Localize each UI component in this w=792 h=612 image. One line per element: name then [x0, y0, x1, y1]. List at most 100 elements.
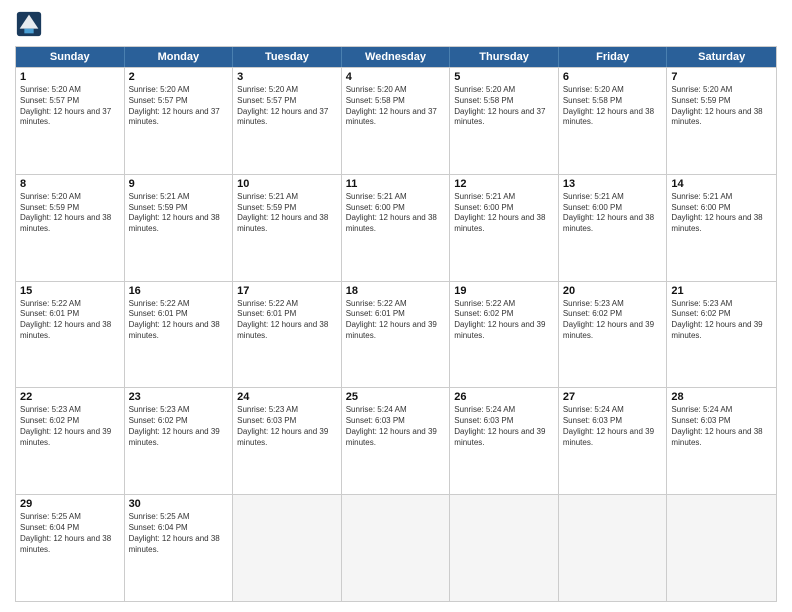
cell-info: Sunrise: 5:21 AMSunset: 6:00 PMDaylight:…: [671, 192, 772, 235]
day-number: 11: [346, 178, 446, 190]
cell-info: Sunrise: 5:20 AMSunset: 5:58 PMDaylight:…: [454, 85, 554, 128]
cell-info: Sunrise: 5:23 AMSunset: 6:02 PMDaylight:…: [563, 299, 663, 342]
calendar-cell: 6 Sunrise: 5:20 AMSunset: 5:58 PMDayligh…: [559, 68, 668, 174]
cell-info: Sunrise: 5:20 AMSunset: 5:59 PMDaylight:…: [20, 192, 120, 235]
cell-info: Sunrise: 5:20 AMSunset: 5:58 PMDaylight:…: [346, 85, 446, 128]
day-number: 2: [129, 71, 229, 83]
day-number: 7: [671, 71, 772, 83]
cell-info: Sunrise: 5:22 AMSunset: 6:01 PMDaylight:…: [20, 299, 120, 342]
day-number: 5: [454, 71, 554, 83]
weekday-header: Thursday: [450, 47, 559, 67]
calendar-cell: 14 Sunrise: 5:21 AMSunset: 6:00 PMDaylig…: [667, 175, 776, 281]
calendar-cell: [667, 495, 776, 601]
day-number: 14: [671, 178, 772, 190]
calendar-cell: 29 Sunrise: 5:25 AMSunset: 6:04 PMDaylig…: [16, 495, 125, 601]
cell-info: Sunrise: 5:23 AMSunset: 6:02 PMDaylight:…: [671, 299, 772, 342]
calendar-body: 1 Sunrise: 5:20 AMSunset: 5:57 PMDayligh…: [16, 67, 776, 601]
weekday-header: Sunday: [16, 47, 125, 67]
cell-info: Sunrise: 5:24 AMSunset: 6:03 PMDaylight:…: [671, 405, 772, 448]
day-number: 3: [237, 71, 337, 83]
calendar-cell: 7 Sunrise: 5:20 AMSunset: 5:59 PMDayligh…: [667, 68, 776, 174]
calendar-cell: [450, 495, 559, 601]
calendar-cell: 26 Sunrise: 5:24 AMSunset: 6:03 PMDaylig…: [450, 388, 559, 494]
day-number: 25: [346, 391, 446, 403]
day-number: 10: [237, 178, 337, 190]
calendar-cell: 11 Sunrise: 5:21 AMSunset: 6:00 PMDaylig…: [342, 175, 451, 281]
day-number: 24: [237, 391, 337, 403]
calendar-cell: 15 Sunrise: 5:22 AMSunset: 6:01 PMDaylig…: [16, 282, 125, 388]
calendar-cell: 1 Sunrise: 5:20 AMSunset: 5:57 PMDayligh…: [16, 68, 125, 174]
day-number: 16: [129, 285, 229, 297]
day-number: 1: [20, 71, 120, 83]
calendar-row: 22 Sunrise: 5:23 AMSunset: 6:02 PMDaylig…: [16, 387, 776, 494]
calendar: SundayMondayTuesdayWednesdayThursdayFrid…: [15, 46, 777, 602]
calendar-cell: 12 Sunrise: 5:21 AMSunset: 6:00 PMDaylig…: [450, 175, 559, 281]
calendar-cell: 23 Sunrise: 5:23 AMSunset: 6:02 PMDaylig…: [125, 388, 234, 494]
cell-info: Sunrise: 5:22 AMSunset: 6:01 PMDaylight:…: [237, 299, 337, 342]
calendar-cell: 28 Sunrise: 5:24 AMSunset: 6:03 PMDaylig…: [667, 388, 776, 494]
day-number: 30: [129, 498, 229, 510]
calendar-cell: 17 Sunrise: 5:22 AMSunset: 6:01 PMDaylig…: [233, 282, 342, 388]
calendar-cell: [233, 495, 342, 601]
cell-info: Sunrise: 5:22 AMSunset: 6:01 PMDaylight:…: [346, 299, 446, 342]
calendar-cell: 3 Sunrise: 5:20 AMSunset: 5:57 PMDayligh…: [233, 68, 342, 174]
day-number: 20: [563, 285, 663, 297]
cell-info: Sunrise: 5:20 AMSunset: 5:58 PMDaylight:…: [563, 85, 663, 128]
calendar-cell: 19 Sunrise: 5:22 AMSunset: 6:02 PMDaylig…: [450, 282, 559, 388]
calendar-cell: 30 Sunrise: 5:25 AMSunset: 6:04 PMDaylig…: [125, 495, 234, 601]
calendar-cell: 5 Sunrise: 5:20 AMSunset: 5:58 PMDayligh…: [450, 68, 559, 174]
calendar-cell: 21 Sunrise: 5:23 AMSunset: 6:02 PMDaylig…: [667, 282, 776, 388]
header: [15, 10, 777, 38]
calendar-cell: 20 Sunrise: 5:23 AMSunset: 6:02 PMDaylig…: [559, 282, 668, 388]
cell-info: Sunrise: 5:21 AMSunset: 5:59 PMDaylight:…: [129, 192, 229, 235]
day-number: 27: [563, 391, 663, 403]
weekday-header: Friday: [559, 47, 668, 67]
weekday-header: Wednesday: [342, 47, 451, 67]
cell-info: Sunrise: 5:25 AMSunset: 6:04 PMDaylight:…: [129, 512, 229, 555]
calendar-cell: 18 Sunrise: 5:22 AMSunset: 6:01 PMDaylig…: [342, 282, 451, 388]
calendar-cell: 24 Sunrise: 5:23 AMSunset: 6:03 PMDaylig…: [233, 388, 342, 494]
logo: [15, 10, 47, 38]
calendar-cell: 2 Sunrise: 5:20 AMSunset: 5:57 PMDayligh…: [125, 68, 234, 174]
cell-info: Sunrise: 5:20 AMSunset: 5:57 PMDaylight:…: [129, 85, 229, 128]
calendar-cell: 27 Sunrise: 5:24 AMSunset: 6:03 PMDaylig…: [559, 388, 668, 494]
day-number: 28: [671, 391, 772, 403]
calendar-cell: 9 Sunrise: 5:21 AMSunset: 5:59 PMDayligh…: [125, 175, 234, 281]
calendar-cell: 13 Sunrise: 5:21 AMSunset: 6:00 PMDaylig…: [559, 175, 668, 281]
day-number: 12: [454, 178, 554, 190]
calendar-row: 8 Sunrise: 5:20 AMSunset: 5:59 PMDayligh…: [16, 174, 776, 281]
weekday-header: Monday: [125, 47, 234, 67]
day-number: 17: [237, 285, 337, 297]
day-number: 23: [129, 391, 229, 403]
cell-info: Sunrise: 5:24 AMSunset: 6:03 PMDaylight:…: [346, 405, 446, 448]
calendar-row: 15 Sunrise: 5:22 AMSunset: 6:01 PMDaylig…: [16, 281, 776, 388]
cell-info: Sunrise: 5:24 AMSunset: 6:03 PMDaylight:…: [454, 405, 554, 448]
day-number: 22: [20, 391, 120, 403]
calendar-cell: 10 Sunrise: 5:21 AMSunset: 5:59 PMDaylig…: [233, 175, 342, 281]
cell-info: Sunrise: 5:23 AMSunset: 6:02 PMDaylight:…: [20, 405, 120, 448]
cell-info: Sunrise: 5:21 AMSunset: 6:00 PMDaylight:…: [346, 192, 446, 235]
day-number: 9: [129, 178, 229, 190]
cell-info: Sunrise: 5:20 AMSunset: 5:59 PMDaylight:…: [671, 85, 772, 128]
day-number: 21: [671, 285, 772, 297]
cell-info: Sunrise: 5:20 AMSunset: 5:57 PMDaylight:…: [20, 85, 120, 128]
cell-info: Sunrise: 5:22 AMSunset: 6:01 PMDaylight:…: [129, 299, 229, 342]
day-number: 4: [346, 71, 446, 83]
calendar-row: 1 Sunrise: 5:20 AMSunset: 5:57 PMDayligh…: [16, 67, 776, 174]
calendar-cell: 8 Sunrise: 5:20 AMSunset: 5:59 PMDayligh…: [16, 175, 125, 281]
cell-info: Sunrise: 5:23 AMSunset: 6:03 PMDaylight:…: [237, 405, 337, 448]
calendar-cell: 22 Sunrise: 5:23 AMSunset: 6:02 PMDaylig…: [16, 388, 125, 494]
cell-info: Sunrise: 5:21 AMSunset: 6:00 PMDaylight:…: [563, 192, 663, 235]
weekday-header: Saturday: [667, 47, 776, 67]
day-number: 19: [454, 285, 554, 297]
day-number: 8: [20, 178, 120, 190]
cell-info: Sunrise: 5:20 AMSunset: 5:57 PMDaylight:…: [237, 85, 337, 128]
day-number: 6: [563, 71, 663, 83]
weekday-header: Tuesday: [233, 47, 342, 67]
page: SundayMondayTuesdayWednesdayThursdayFrid…: [0, 0, 792, 612]
day-number: 15: [20, 285, 120, 297]
day-number: 29: [20, 498, 120, 510]
cell-info: Sunrise: 5:24 AMSunset: 6:03 PMDaylight:…: [563, 405, 663, 448]
calendar-header: SundayMondayTuesdayWednesdayThursdayFrid…: [16, 47, 776, 67]
calendar-cell: 4 Sunrise: 5:20 AMSunset: 5:58 PMDayligh…: [342, 68, 451, 174]
